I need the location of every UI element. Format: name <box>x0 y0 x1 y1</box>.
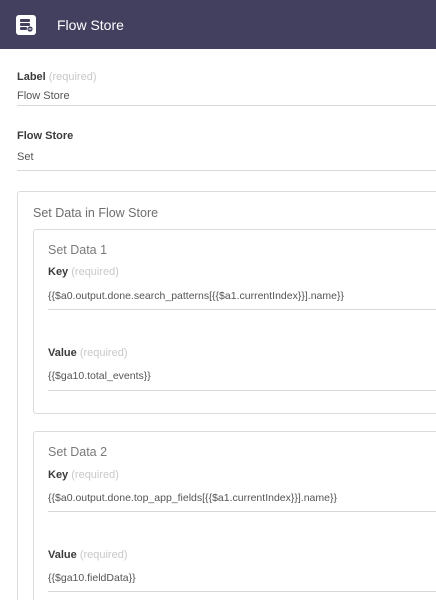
flow-store-field-label: Flow Store <box>17 130 74 142</box>
set-data-1-value-input[interactable]: {{$ga10.total_events}} <box>48 370 151 383</box>
set-data-2-key-underline <box>48 511 436 512</box>
value-label-text: Value <box>48 549 77 561</box>
set-data-2-value-input[interactable]: {{$ga10.fieldData}} <box>48 572 136 585</box>
set-data-section-title: Set Data in Flow Store <box>33 206 159 220</box>
panel-header: Flow Store <box>0 0 436 49</box>
key-label-text: Key <box>48 266 69 278</box>
flow-store-select-underline <box>17 170 436 171</box>
flow-store-select[interactable]: Set <box>17 150 34 164</box>
key-label-text: Key <box>48 469 69 481</box>
required-hint: (required) <box>48 71 97 83</box>
label-field-label-text: Label <box>17 71 46 83</box>
set-data-item-2-title: Set Data 2 <box>48 445 108 459</box>
set-data-1-value-label: Value (required) <box>48 346 128 360</box>
set-data-item-1-title: Set Data 1 <box>48 243 108 257</box>
label-input[interactable]: Flow Store <box>17 89 70 103</box>
panel-title: Flow Store <box>57 17 124 33</box>
flow-store-icon <box>16 15 36 35</box>
label-field: Label (required) <box>17 70 96 84</box>
label-input-underline <box>17 105 436 106</box>
required-hint: (required) <box>79 549 128 561</box>
required-hint: (required) <box>71 469 119 481</box>
set-data-1-key-label: Key (required) <box>48 265 119 279</box>
set-data-1-key-input[interactable]: {{$a0.output.done.search_patterns[{{$a1.… <box>48 290 344 303</box>
required-hint: (required) <box>79 347 128 359</box>
set-data-2-value-underline <box>48 591 436 592</box>
set-data-2-key-input[interactable]: {{$a0.output.done.top_app_fields[{{$a1.c… <box>48 492 337 505</box>
label-field-label: Label (required) <box>17 70 96 84</box>
set-data-2-key-label: Key (required) <box>48 468 119 482</box>
set-data-1-key-underline <box>48 309 436 310</box>
set-data-2-value-label: Value (required) <box>48 548 128 562</box>
set-data-1-value-underline <box>48 390 436 391</box>
required-hint: (required) <box>71 266 119 278</box>
value-label-text: Value <box>48 347 77 359</box>
